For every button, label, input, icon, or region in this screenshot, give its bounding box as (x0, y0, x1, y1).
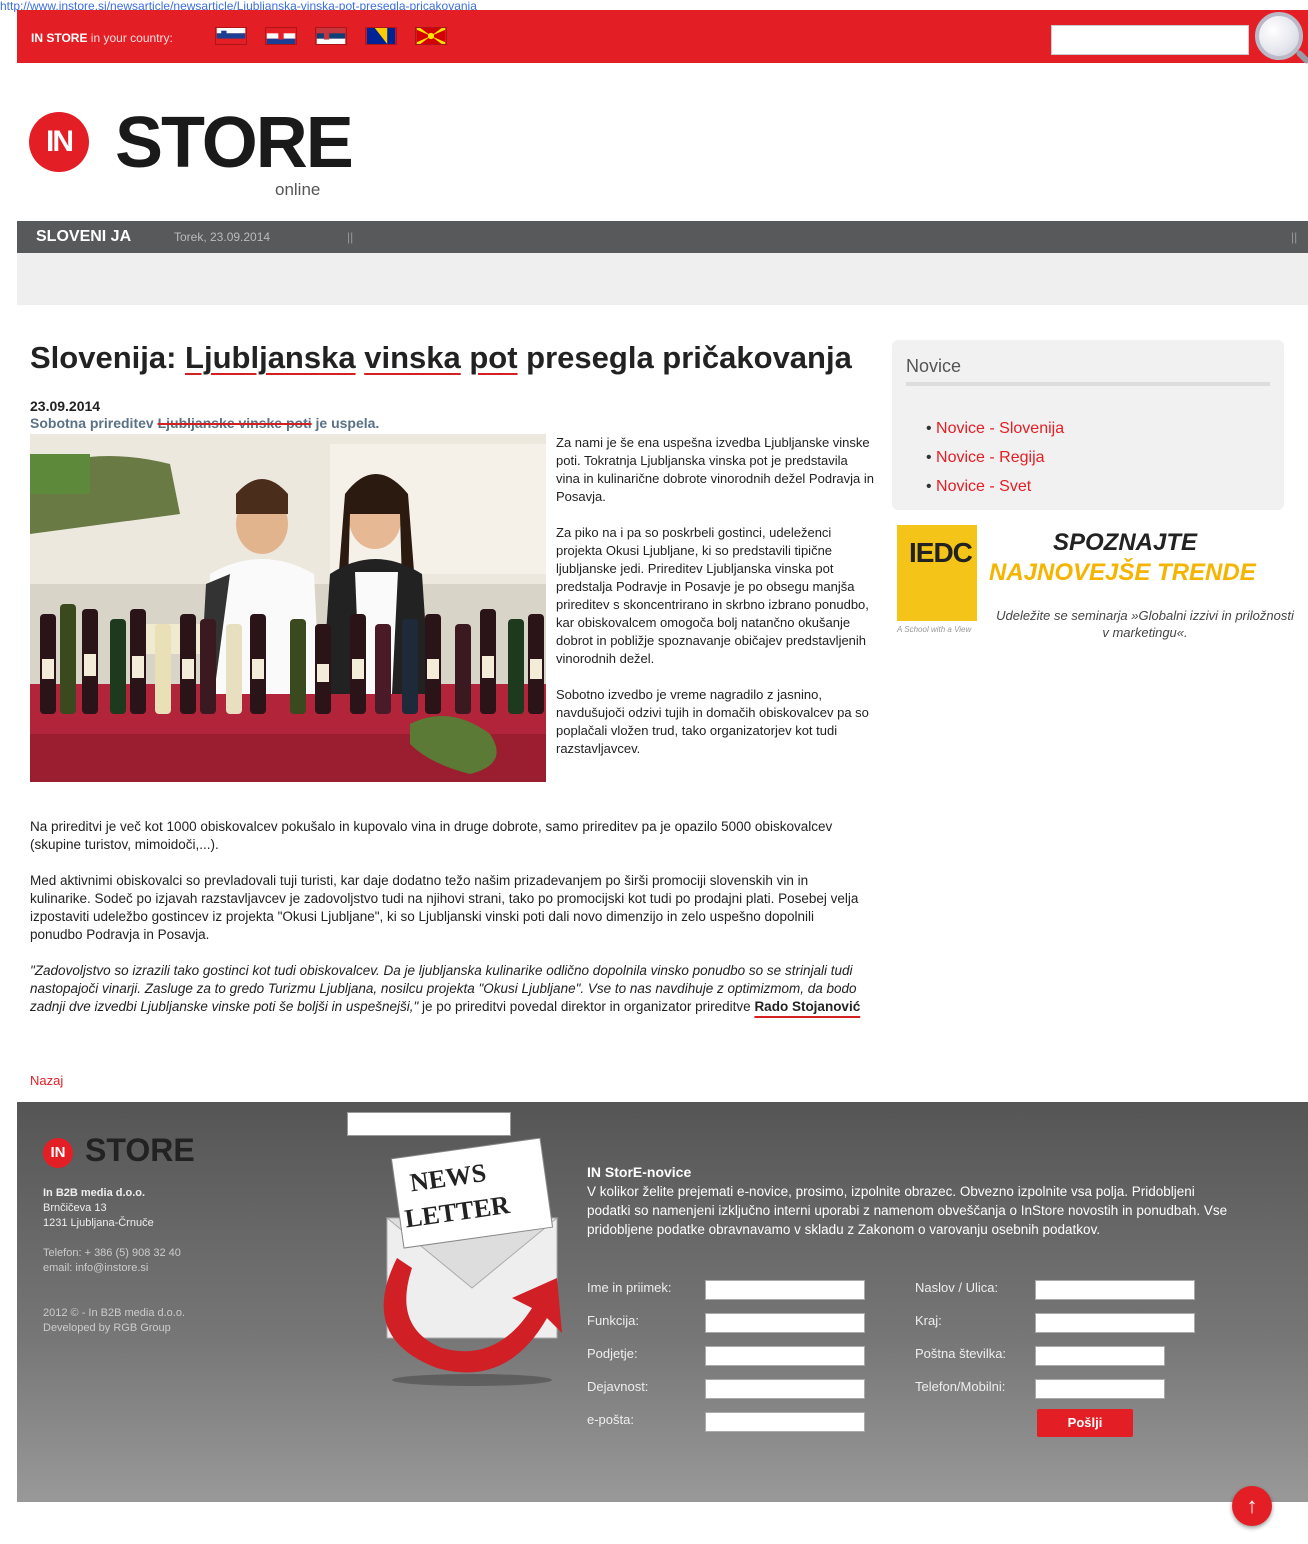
macedonia-flag-icon[interactable] (415, 27, 447, 45)
newsletter-form-description: V kolikor želite prejemati e-novice, pro… (587, 1184, 1228, 1237)
label-postal: Poštna številka: (915, 1346, 1007, 1361)
article-paragraph-2: Za piko na i pa so poskrbeli gostinci, u… (556, 525, 869, 666)
company-street: Brnčičeva 13 (43, 1202, 107, 1214)
email-field[interactable] (705, 1412, 865, 1432)
news-link-slovenija[interactable]: Novice - Slovenija (926, 414, 1064, 443)
footer-logo-in: IN (43, 1138, 73, 1168)
company-field[interactable] (705, 1346, 865, 1366)
current-date: Torek, 23.09.2014 (174, 230, 271, 244)
article-paragraph-1: Za nami je še ena uspešna izvedba Ljublj… (556, 435, 874, 504)
activity-field[interactable] (705, 1379, 865, 1399)
site-logo[interactable]: IN STORE online (29, 103, 354, 206)
news-sidebar: Novice Novice - Slovenija Novice - Regij… (892, 340, 1284, 510)
phone-field[interactable] (1035, 1379, 1165, 1399)
company-name: In B2B media d.o.o. (43, 1187, 146, 1199)
function-field[interactable] (705, 1313, 865, 1333)
croatia-flag-icon[interactable] (265, 27, 297, 45)
region-nav-bar: SLOVENI JA Torek, 23.09.2014 || || (17, 221, 1308, 253)
gray-band (17, 253, 1308, 305)
logo-online-text: online (275, 180, 321, 199)
top-bar: IN STORE in your country: (17, 10, 1308, 63)
news-link-regija[interactable]: Novice - Regija (926, 443, 1064, 472)
iedc-tagline: A School with a View (897, 625, 972, 634)
name-field[interactable] (705, 1280, 865, 1300)
developer-credit[interactable]: Developed by RGB Group (43, 1321, 185, 1336)
city-field[interactable] (1035, 1313, 1195, 1333)
company-email[interactable]: email: info@instore.si (43, 1261, 185, 1276)
footer: IN STORE In B2B media d.o.o. Brnčičeva 1… (17, 1102, 1308, 1502)
label-address: Naslov / Ulica: (915, 1280, 999, 1295)
article-paragraph-5: Med aktivnimi obiskovalci so prevladoval… (30, 873, 859, 942)
bosnia-flag-icon[interactable] (365, 27, 397, 45)
serbia-flag-icon[interactable] (315, 27, 347, 45)
article-paragraph-3: Sobotno izvedbo je vreme nagradilo z jas… (556, 687, 869, 756)
newsletter-card (347, 1112, 511, 1136)
newsletter-icon: NEWS LETTER (383, 1138, 562, 1386)
label-city: Kraj: (915, 1313, 942, 1328)
ad-headline-2: NAJNOVEJŠE TRENDE (989, 559, 1256, 586)
article-side-text: Za nami je še ena uspešna izvedba Ljublj… (556, 434, 874, 776)
newsletter-form-title: IN StorE-novice (587, 1164, 692, 1180)
search-input[interactable] (1051, 25, 1249, 55)
news-sidebar-title: Novice (906, 356, 962, 376)
country-selector-label: IN STORE in your country: (31, 31, 173, 45)
search-icon[interactable] (1255, 12, 1303, 60)
company-phone: Telefon: + 386 (5) 908 32 40 (43, 1247, 181, 1259)
article-paragraph-4: Na prireditvi je več kot 1000 obiskovalc… (30, 819, 833, 852)
company-city: 1231 Ljubljana-Črnuče (43, 1217, 154, 1229)
slovenia-flag-icon[interactable] (215, 27, 247, 45)
submit-button[interactable]: Pošlji (1037, 1409, 1133, 1437)
address-field[interactable] (1035, 1280, 1195, 1300)
article-quote: "Zadovoljstvo so izrazili tako gostinci … (30, 963, 861, 1014)
article-date: 23.09.2014 (30, 398, 101, 414)
divider (906, 382, 1270, 386)
postal-field[interactable] (1035, 1346, 1165, 1366)
nav-separator-right: || (1291, 230, 1298, 244)
article-lead: Sobotna prireditev Ljubljanske vinske po… (30, 415, 380, 431)
label-email: e-pošta: (587, 1412, 634, 1427)
label-phone: Telefon/Mobilni: (915, 1379, 1006, 1394)
news-link-list: Novice - Slovenija Novice - Regija Novic… (926, 414, 1064, 501)
label-name: Ime in priimek: (587, 1280, 672, 1295)
copyright: 2012 © - In B2B media d.o.o. (43, 1307, 186, 1319)
back-link[interactable]: Nazaj (30, 1073, 63, 1088)
logo-store-text: STORE (115, 103, 354, 183)
iedc-ad-banner[interactable]: IEDC A School with a View SPOZNAJTE NAJN… (897, 525, 1294, 655)
label-activity: Dejavnost: (587, 1379, 649, 1394)
page: IN STORE in your country: IN STORE onlin… (17, 10, 1308, 1510)
news-link-svet[interactable]: Novice - Svet (926, 472, 1064, 501)
article-photo (30, 434, 546, 782)
label-function: Funkcija: (587, 1313, 640, 1328)
scroll-to-top-icon[interactable]: ↑ (1232, 1486, 1272, 1526)
footer-logo-store: STORE (85, 1132, 195, 1168)
iedc-logo: IEDC (897, 525, 977, 621)
ad-headline-1: SPOZNAJTE (1053, 529, 1198, 556)
ad-subtext: Udeležite se seminarja »Globalni izzivi … (996, 608, 1294, 640)
company-info: In B2B media d.o.o. Brnčičeva 13 1231 Lj… (43, 1186, 185, 1336)
region-label[interactable]: SLOVENI JA (36, 228, 131, 246)
country-flags (215, 27, 447, 45)
label-company: Podjetje: (587, 1346, 638, 1361)
article-title: Slovenija: Ljubljanska vinska pot preseg… (30, 340, 852, 375)
logo-in-badge: IN (29, 112, 89, 172)
nav-separator: || (347, 230, 354, 244)
